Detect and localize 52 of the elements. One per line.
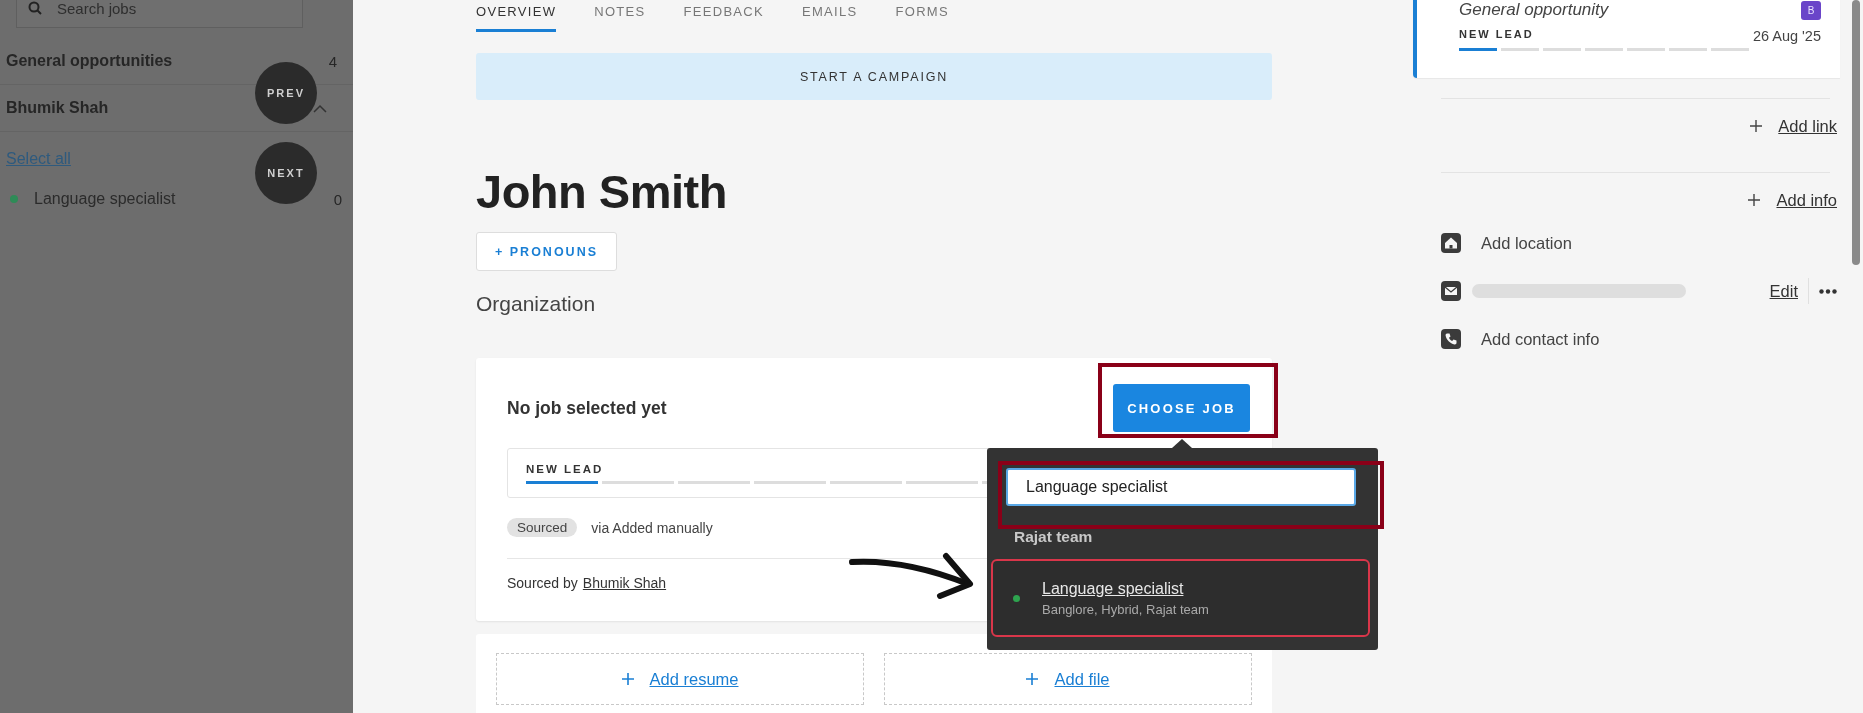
plus-icon [1750,120,1763,132]
pronouns-button[interactable]: + PRONOUNS [476,232,617,271]
more-icon[interactable] [1819,288,1837,294]
edit-link[interactable]: Edit [1769,281,1798,301]
sourced-by-label: Sourced by [507,575,578,591]
job-card-title: No job selected yet [507,397,667,419]
tab[interactable]: OVERVIEW [476,0,557,32]
source-tag: Sourced [507,518,578,537]
opportunity-card[interactable]: General opportunity B NEW LEAD 26 Aug '25 [1413,0,1840,78]
add-link[interactable]: Add info [1776,190,1837,210]
plus-icon [1026,673,1039,685]
campaign-button[interactable]: START A CAMPAIGN [476,53,1272,100]
organization-label: Organization [476,292,597,316]
job-result[interactable]: Language specialist Banglore, Hybrid, Rajat team [991,559,1370,637]
group-title[interactable]: General opportunities [6,52,173,70]
add-link[interactable]: Add file [1054,669,1110,689]
plus-icon [1748,194,1761,206]
stage-label: NEW LEAD [526,462,605,475]
plus-icon [621,673,634,685]
phone-icon [1441,329,1461,349]
mail-icon [1441,281,1461,301]
date-text: 26 Aug '25 [1752,28,1821,44]
candidate-name: John Smith [476,164,728,220]
contact-text[interactable]: Add contact info [1481,329,1600,349]
contact-text[interactable]: Add location [1481,233,1572,253]
nav-button[interactable]: PREV [255,62,317,124]
group-heading: Rajat team [1014,528,1094,546]
tab[interactable]: NOTES [594,0,646,32]
source-text: via Added manually [591,519,713,536]
job-count: 0 [333,190,342,208]
tab[interactable]: FORMS [895,0,949,32]
add-link[interactable]: Add link [1778,116,1837,136]
badge: B [1801,0,1821,20]
choose-job-button[interactable]: CHOOSE JOB [1113,384,1250,432]
tab[interactable]: FEEDBACK [683,0,764,32]
tab[interactable]: EMAILS [802,0,858,32]
drop-zone[interactable]: Add file [884,653,1252,705]
nav-button[interactable]: NEXT [255,142,317,204]
job-title: Language specialist [1042,579,1185,598]
group-count: 4 [328,52,337,70]
stage-label: NEW LEAD [1459,28,1535,40]
group-title[interactable]: Bhumik Shah [6,99,109,117]
search-icon [28,1,42,15]
home-icon [1441,233,1461,253]
sourced-by-link[interactable]: Bhumik Shah [582,575,667,591]
chevron-icon[interactable] [313,103,327,113]
opportunity-title: General opportunity [1459,0,1609,20]
job-search-field[interactable]: Language specialist [1006,468,1356,506]
job-details: Banglore, Hybrid, Rajat team [1042,601,1209,617]
drop-zone[interactable]: Add resume [496,653,864,705]
add-link[interactable]: Add resume [649,669,739,689]
search-field[interactable]: Search jobs [16,0,303,28]
